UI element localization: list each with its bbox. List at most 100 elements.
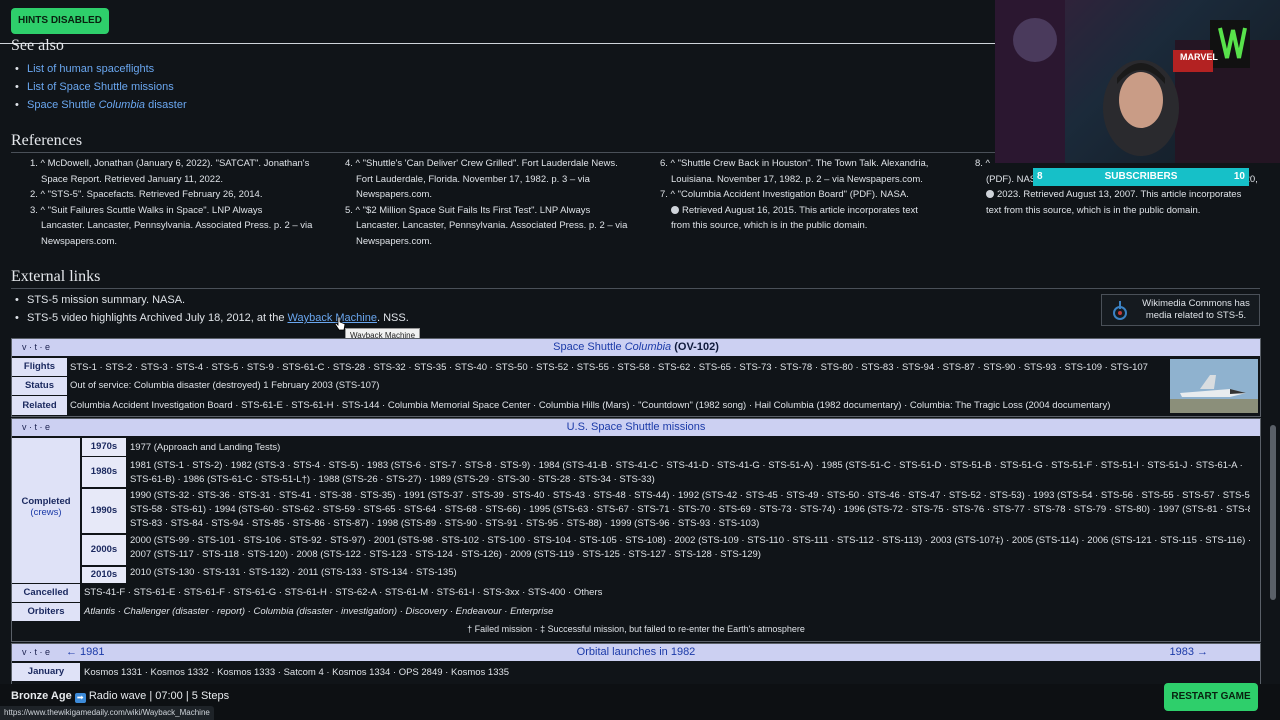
link-text: Space Shuttle <box>27 99 99 111</box>
commons-line: media related to STS-5. <box>1145 310 1247 321</box>
vte-links[interactable]: v · t · e <box>22 339 50 356</box>
next-year-link[interactable]: 1983 → <box>1169 644 1208 661</box>
references-column-2: 4. ^ "Shuttle's 'Can Deliver' Crew Grill… <box>345 156 645 249</box>
references-heading: References <box>11 132 83 149</box>
missions-2000s-line-2[interactable]: 2007 (STS-117 · STS-118 · STS-120) · 200… <box>130 547 1250 562</box>
navbox-title-bar: v · t · e ← 1981 Orbital launches in 198… <box>12 644 1260 661</box>
top-divider <box>0 43 1000 44</box>
navbox-title-link[interactable]: Orbital launches in 1982 <box>577 646 696 658</box>
public-domain-icon <box>671 205 679 214</box>
previous-year-link[interactable]: ← 1981 <box>66 644 105 661</box>
navbox-title-suffix: (OV-102) <box>671 341 719 353</box>
decade-2010s: 2010s <box>82 567 126 583</box>
navbox-flights-list[interactable]: STS-1 · STS-2 · STS-3 · STS-4 · STS-5 · … <box>70 360 1170 375</box>
navbox-title-text: Space Shuttle <box>553 341 625 353</box>
reference-line: 4. ^ "Shuttle's 'Can Deliver' Crew Grill… <box>345 158 618 169</box>
link-text: disaster <box>145 99 187 111</box>
list-item[interactable]: Space Shuttle Columbia disaster <box>11 96 187 114</box>
game-status-text: Bronze Age ➡ Radio wave | 07:00 | 5 Step… <box>11 690 229 703</box>
decade-1990s: 1990s <box>82 489 126 533</box>
navbox-footnote: † Failed mission · ‡ Successful mission,… <box>467 624 805 634</box>
missions-1980s-line-2[interactable]: STS-61-B) · 1986 (STS-61-C · STS-51-L†) … <box>130 472 1250 487</box>
vte-links[interactable]: v · t · e <box>22 644 50 661</box>
brand-logo-text: MARVEL <box>1180 52 1218 62</box>
navbox-title-link[interactable]: Space Shuttle Columbia <box>553 341 671 353</box>
reference-line: 6. ^ "Shuttle Crew Back in Houston". The… <box>660 158 929 169</box>
missions-1990s-line-3[interactable]: STS-83 · STS-84 · STS-94 · STS-85 · STS-… <box>130 516 1250 531</box>
missions-1990s-line-2[interactable]: STS-58 · STS-61) · 1994 (STS-60 · STS-62… <box>130 502 1250 517</box>
reference-line: Fort Lauderdale, Florida. November 17, 1… <box>356 173 590 185</box>
external-links-heading: External links <box>11 268 101 285</box>
link-status-url: https://www.thewikigamedaily.com/wiki/Wa… <box>0 706 214 720</box>
reference-line: 7. ^ "Columbia Accident Investigation Bo… <box>660 189 909 200</box>
cancelled-missions-list[interactable]: STS-41-F · STS-61-E · STS-61-F · STS-61-… <box>84 585 1244 600</box>
reference-line: Lancaster. Lancaster, Pennsylvania. Asso… <box>41 220 313 231</box>
commons-line: Wikimedia Commons has <box>1142 298 1250 309</box>
hints-disabled-button[interactable]: HINTS DISABLED <box>11 8 109 34</box>
reference-text: 2023. Retrieved August 13, 2007. This ar… <box>997 189 1242 200</box>
arrow-right-icon: ➡ <box>74 693 86 703</box>
decade-1970s: 1970s <box>82 438 126 456</box>
see-also-link-shuttle-missions[interactable]: List of Space Shuttle missions <box>27 81 174 93</box>
decade-1980s: 1980s <box>82 457 126 487</box>
reference-line: 2023. Retrieved August 13, 2007. This ar… <box>975 187 1260 203</box>
link-text-em: Columbia <box>98 99 146 111</box>
public-domain-icon <box>986 190 994 198</box>
list-item: STS-5 mission summary. NASA. <box>11 291 409 309</box>
missions-1980s-line-1[interactable]: 1981 (STS-1 · STS-2) · 1982 (STS-3 · STS… <box>130 458 1250 473</box>
navbox-group-related: Related <box>12 396 67 415</box>
reference-line: 3. ^ "Suit Failures Scuttle Walks in Spa… <box>30 204 263 216</box>
navbox-status-text: Out of service: Columbia disaster (destr… <box>70 380 380 391</box>
reference-line: Lancaster. Lancaster, Pennsylvania. Asso… <box>356 220 628 231</box>
january-launches-list[interactable]: Kosmos 1331 · Kosmos 1332 · Kosmos 1333 … <box>84 665 1244 680</box>
missions-1990s-line-1[interactable]: 1990 (STS-32 · STS-36 · STS-31 · STS-41 … <box>130 488 1250 503</box>
missions-1970s[interactable]: 1977 (Approach and Landing Tests) <box>130 440 1250 455</box>
reference-text: Retrieved August 16, 2015. This article … <box>682 204 918 216</box>
see-also-link-human-spaceflights[interactable]: List of human spaceflights <box>27 63 154 75</box>
game-target-and-stats: Radio wave | 07:00 | 5 Steps <box>85 690 230 702</box>
references-column-1: 1. ^ McDowell, Jonathan (January 6, 2022… <box>30 156 330 249</box>
reference-line: Louisiana. November 17, 1982. p. 2 – via… <box>671 173 923 185</box>
navbox-related-list[interactable]: Columbia Accident Investigation Board · … <box>70 398 1170 413</box>
completed-label: Completed <box>21 496 71 507</box>
subscriber-goal: 10 <box>1233 171 1245 182</box>
list-item[interactable]: List of human spaceflights <box>11 60 187 78</box>
reference-line: 1. ^ McDowell, Jonathan (January 6, 2022… <box>30 158 310 169</box>
page-scrollbar-thumb[interactable] <box>1270 425 1276 600</box>
reference-line: 2. ^ "STS-5". Spacefacts. Retrieved Febr… <box>30 189 263 200</box>
vte-links[interactable]: v · t · e <box>22 419 50 436</box>
external-link-text: . NSS. <box>376 312 409 324</box>
see-also-link-columbia-disaster[interactable]: Space Shuttle Columbia disaster <box>27 99 187 111</box>
navbox-group-flights: Flights <box>12 358 67 376</box>
navbox-group-completed: Completed (crews) <box>12 438 80 583</box>
start-article: Bronze Age <box>11 690 75 702</box>
external-link-text: STS-5 mission summary. NASA. <box>27 294 186 306</box>
reference-line: 5. ^ "$2 Million Space Suit Fails Its Fi… <box>345 204 591 216</box>
navbox-title-bar: v · t · e U.S. Space Shuttle missions <box>12 419 1260 436</box>
restart-game-button[interactable]: RESTART GAME <box>1164 683 1258 711</box>
wikimedia-commons-icon <box>1113 301 1127 320</box>
subscribers-label: SUBSCRIBERS <box>1104 171 1178 182</box>
list-item[interactable]: List of Space Shuttle missions <box>11 78 187 96</box>
missions-2010s[interactable]: 2010 (STS-130 · STS-131 · STS-132) · 201… <box>130 565 1250 580</box>
shuttle-landing-image <box>1170 359 1258 413</box>
wayback-machine-link[interactable]: Wayback Machine <box>288 312 377 324</box>
streamer-webcam-image <box>995 0 1280 163</box>
external-links-heading-rule <box>11 288 1260 289</box>
reference-line: Space Report. Retrieved January 11, 2022… <box>41 173 224 185</box>
orbital-launches-navbox: v · t · e ← 1981 Orbital launches in 198… <box>11 643 1261 686</box>
navbox-title-link[interactable]: U.S. Space Shuttle missions <box>567 421 706 433</box>
missions-2000s-line-1[interactable]: 2000 (STS-99 · STS-101 · STS-106 · STS-9… <box>130 533 1250 548</box>
navbox-group-status: Status <box>12 377 67 395</box>
subscriber-goal-bar: 8 SUBSCRIBERS 10 <box>1033 168 1249 186</box>
decade-2000s: 2000s <box>82 535 126 565</box>
navbox-group-orbiters: Orbiters <box>12 603 80 621</box>
external-link-text: STS-5 video highlights Archived July 18,… <box>27 312 288 324</box>
reference-line: from this source, which is in the public… <box>671 220 868 231</box>
orbiters-list[interactable]: Atlantis · Challenger (disaster · report… <box>84 604 1244 619</box>
wikimedia-commons-box[interactable]: Wikimedia Commons has media related to S… <box>1101 294 1260 326</box>
webcam-overlay: MARVEL <box>995 0 1280 163</box>
list-item: STS-5 video highlights Archived July 18,… <box>11 309 409 327</box>
crews-link[interactable]: (crews) <box>12 507 80 518</box>
reference-line: Newspapers.com. <box>41 235 118 247</box>
